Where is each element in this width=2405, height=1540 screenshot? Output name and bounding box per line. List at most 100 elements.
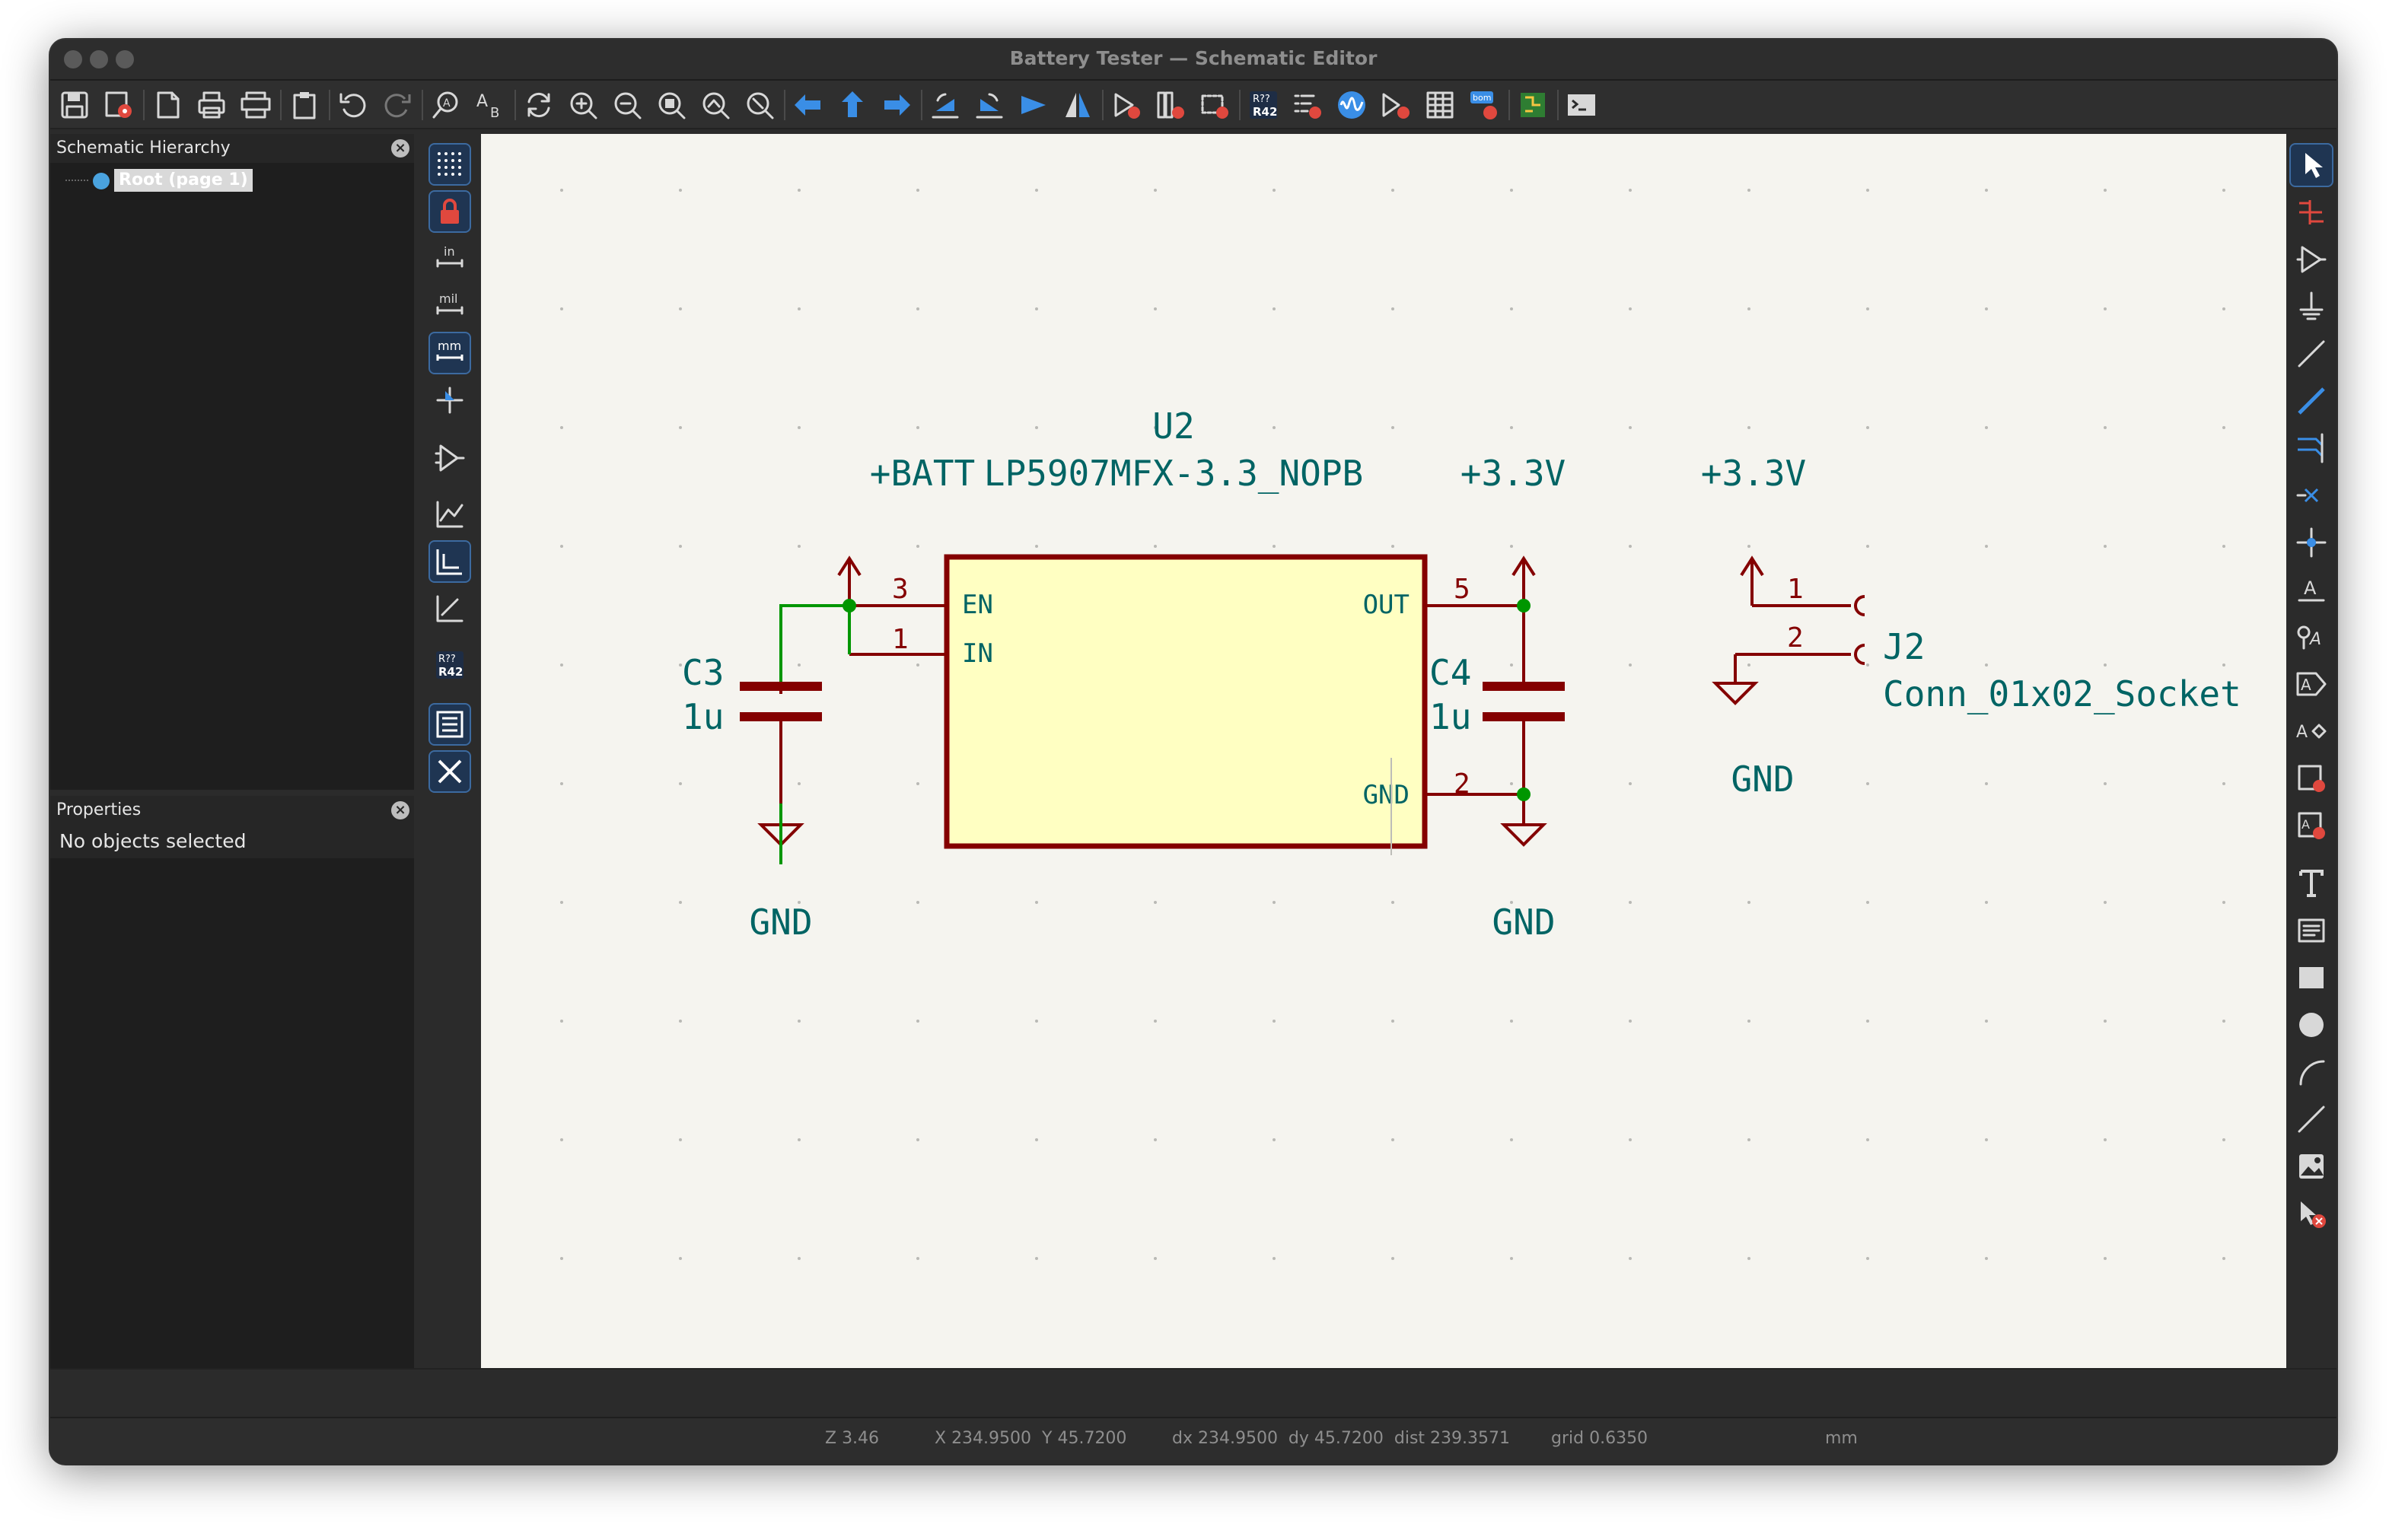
j2-value[interactable]: Conn_01x02_Socket — [1883, 673, 2241, 714]
tree-item-root[interactable]: Root (page 1) — [50, 166, 414, 195]
close-icon[interactable]: × — [391, 801, 409, 819]
properties-panel-toggle-icon[interactable] — [428, 750, 471, 793]
power-batt-label[interactable]: +BATT — [870, 453, 975, 494]
zoom-in-icon[interactable] — [563, 85, 603, 125]
schematic-setup-icon[interactable] — [99, 85, 139, 125]
simulator-icon[interactable] — [1332, 85, 1371, 125]
grid-lock-icon[interactable] — [428, 190, 471, 233]
plot-icon[interactable] — [236, 85, 276, 125]
erc-icon[interactable] — [1288, 85, 1327, 125]
navigate-forward-icon[interactable] — [877, 85, 916, 125]
units-inches-icon[interactable]: in — [430, 239, 470, 278]
navigate-back-icon[interactable] — [788, 85, 828, 125]
add-rectangle-icon[interactable] — [2291, 957, 2332, 998]
refresh-icon[interactable] — [519, 85, 559, 125]
status-delta: dx 234.9500 dy 45.7200 dist 239.3571 — [1172, 1429, 1511, 1448]
gnd-label-3[interactable]: GND — [1731, 759, 1794, 800]
add-wire-icon[interactable] — [2291, 380, 2332, 422]
annotate-icon[interactable]: R?? R42 — [1244, 85, 1283, 125]
properties-panel: Properties × No objects selected — [50, 796, 414, 1417]
bom-icon[interactable] — [1420, 85, 1460, 125]
add-arc-icon[interactable] — [2291, 1052, 2332, 1093]
add-hier-label-icon[interactable]: A — [2291, 711, 2332, 752]
gnd-label-2[interactable]: GND — [1492, 902, 1555, 943]
c4-reference[interactable]: C4 — [1429, 652, 1471, 693]
add-bus-entry-icon[interactable] — [2291, 428, 2332, 469]
c4-value[interactable]: 1u — [1429, 696, 1471, 737]
undo-icon[interactable] — [333, 85, 373, 125]
add-line-icon[interactable] — [2291, 333, 2332, 374]
u2-pin-1-number: 1 — [892, 624, 909, 655]
select-tool-icon[interactable] — [2289, 143, 2333, 187]
mirror-horizontal-icon[interactable] — [1058, 85, 1097, 125]
power-3v3-label-a[interactable]: +3.3V — [1461, 453, 1566, 494]
add-sheet-icon[interactable] — [2291, 758, 2332, 799]
line-mode-90-icon[interactable] — [428, 540, 471, 583]
grid-toggle-icon[interactable] — [428, 143, 471, 186]
scripting-console-icon[interactable] — [1562, 85, 1601, 125]
schematic-drawing: U2 LP5907MFX-3.3_NOPB +BATT +3.3V +3.3V … — [560, 189, 2241, 1260]
j2-reference[interactable]: J2 — [1883, 626, 1925, 667]
power-3v3-label-b[interactable]: +3.3V — [1701, 453, 1806, 494]
add-label-icon[interactable]: A — [2291, 569, 2332, 610]
schematic-canvas[interactable]: U2 LP5907MFX-3.3_NOPB +BATT +3.3V +3.3V … — [481, 134, 2286, 1374]
navigate-up-icon[interactable] — [833, 85, 872, 125]
status-units: mm — [1825, 1429, 1858, 1448]
u2-value[interactable]: LP5907MFX-3.3_NOPB — [984, 453, 1364, 494]
close-icon[interactable]: × — [391, 139, 409, 158]
properties-empty-text: No objects selected — [50, 825, 414, 858]
symbol-library-icon[interactable] — [1151, 85, 1190, 125]
annotate-icon[interactable]: R?? R42 — [430, 645, 470, 685]
zoom-fit-icon[interactable] — [651, 85, 691, 125]
page-settings-icon[interactable] — [148, 85, 187, 125]
print-icon[interactable] — [192, 85, 231, 125]
mirror-vertical-icon[interactable] — [1014, 85, 1053, 125]
add-image-icon[interactable] — [2291, 1146, 2332, 1187]
gnd-label-1[interactable]: GND — [749, 902, 812, 943]
u2-reference[interactable]: U2 — [1152, 406, 1194, 447]
zoom-selection-icon[interactable] — [740, 85, 779, 125]
footprint-assign-icon[interactable] — [1195, 85, 1234, 125]
hidden-pins-icon[interactable] — [430, 438, 470, 478]
symbol-editor-icon[interactable] — [1107, 85, 1146, 125]
left-toolbar: in mil mm R?? R42 — [426, 138, 473, 1417]
c3-reference[interactable]: C3 — [682, 652, 724, 693]
hierarchy-panel-toggle-icon[interactable] — [428, 703, 471, 746]
add-circle-icon[interactable] — [2291, 1004, 2332, 1045]
properties-panel-title: Properties — [56, 800, 142, 819]
delete-tool-icon[interactable] — [2291, 1193, 2332, 1234]
cursor-style-icon[interactable] — [430, 380, 470, 420]
bom-generate-icon[interactable]: bom — [1464, 85, 1504, 125]
zoom-objects-icon[interactable] — [696, 85, 735, 125]
redo-icon[interactable] — [377, 85, 417, 125]
find-replace-icon[interactable]: AB — [470, 85, 510, 125]
add-text-icon[interactable] — [2291, 863, 2332, 904]
svg-text:R??: R?? — [438, 654, 456, 665]
add-global-label-icon[interactable]: A — [2291, 663, 2332, 705]
highlight-net-icon[interactable] — [2291, 192, 2332, 233]
u2-pin-gnd-label: GND — [1363, 780, 1410, 810]
c3-value[interactable]: 1u — [682, 696, 724, 737]
rotate-ccw-icon[interactable] — [925, 85, 965, 125]
bus-definitions-icon[interactable] — [1376, 85, 1416, 125]
zoom-out-icon[interactable] — [607, 85, 647, 125]
line-mode-45-icon[interactable] — [430, 589, 470, 628]
rotate-cw-icon[interactable] — [970, 85, 1009, 125]
add-power-icon[interactable] — [2291, 286, 2332, 327]
j2-pin-2-number: 2 — [1787, 622, 1804, 654]
add-graphic-line-icon[interactable] — [2291, 1099, 2332, 1140]
import-sheet-pin-icon[interactable]: A — [2291, 805, 2332, 846]
units-mils-icon[interactable]: mil — [430, 286, 470, 326]
add-junction-icon[interactable] — [2291, 522, 2332, 563]
paste-icon[interactable] — [285, 85, 324, 125]
add-textbox-icon[interactable] — [2291, 910, 2332, 951]
units-mm-icon[interactable]: mm — [428, 332, 471, 374]
line-mode-free-icon[interactable] — [430, 495, 470, 534]
add-netclass-icon[interactable]: A — [2291, 616, 2332, 657]
add-symbol-icon[interactable] — [2291, 239, 2332, 280]
no-connect-icon[interactable] — [2291, 475, 2332, 516]
find-icon[interactable]: A — [426, 85, 466, 125]
pcb-editor-icon[interactable] — [1513, 85, 1553, 125]
u2-body[interactable] — [944, 554, 1428, 849]
save-icon[interactable] — [55, 85, 94, 125]
